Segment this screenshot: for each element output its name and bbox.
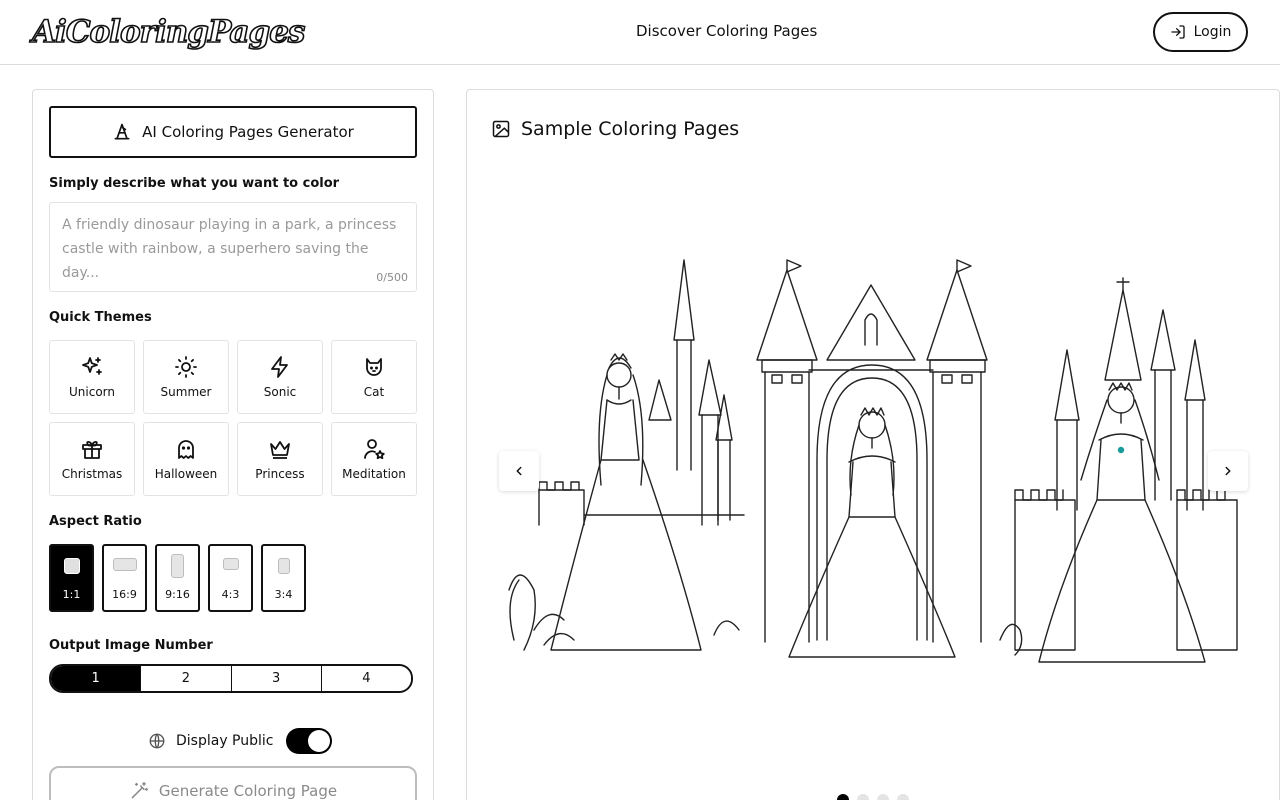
generator-panel: AI Coloring Pages Generator Simply descr… <box>32 89 434 800</box>
generate-label: Generate Coloring Page <box>158 782 338 800</box>
theme-meditation[interactable]: Meditation <box>331 422 417 496</box>
sample-carousel <box>499 250 1243 670</box>
generator-title: AI Coloring Pages Generator <box>142 123 354 141</box>
sun-icon <box>175 356 197 378</box>
magic-wand-icon <box>131 781 148 799</box>
display-public-toggle[interactable] <box>285 728 332 754</box>
cat-icon <box>366 358 382 376</box>
char-counter: 0/500 <box>376 271 408 284</box>
carousel-dot-4[interactable] <box>897 794 909 800</box>
site-logo[interactable]: AiColoringPages <box>31 10 306 54</box>
samples-panel: Sample Coloring Pages <box>466 89 1280 800</box>
theme-label: Sonic <box>263 385 297 399</box>
theme-label: Princess <box>255 467 305 481</box>
theme-cat[interactable]: Cat <box>331 340 417 414</box>
login-label: Login <box>1193 24 1232 40</box>
carousel-dot-2[interactable] <box>857 794 869 800</box>
theme-label: Halloween <box>154 467 218 481</box>
lightning-icon <box>271 356 288 378</box>
ghost-icon <box>178 440 194 459</box>
display-public-label: Display Public <box>176 733 274 749</box>
login-button[interactable]: Login <box>1153 12 1248 52</box>
carousel-prev-button[interactable] <box>499 451 539 491</box>
top-header: AiColoringPages Discover Coloring Pages … <box>0 0 1280 65</box>
theme-label: Christmas <box>61 467 123 481</box>
generator-title-card: AI Coloring Pages Generator <box>49 106 417 158</box>
ratio-shape <box>171 554 184 578</box>
gift-icon <box>82 440 102 459</box>
aspect-ratio-options: 1:1 16:9 9:16 4:3 3:4 <box>49 544 306 612</box>
chevron-left-icon <box>516 466 522 476</box>
samples-header: Sample Coloring Pages <box>491 118 739 140</box>
theme-label: Summer <box>160 385 212 399</box>
nav-discover-coloring-pages[interactable]: Discover Coloring Pages <box>636 22 817 40</box>
theme-halloween[interactable]: Halloween <box>143 422 229 496</box>
aspect-ratio-1-1[interactable]: 1:1 <box>49 544 94 612</box>
theme-label: Meditation <box>342 467 406 481</box>
ratio-label: 16:9 <box>112 588 137 601</box>
ratio-shape <box>277 558 290 574</box>
carousel-next-button[interactable] <box>1208 451 1248 491</box>
display-public-row: Display Public <box>148 728 332 754</box>
theme-sonic[interactable]: Sonic <box>237 340 323 414</box>
person-star-icon <box>364 439 385 460</box>
toggle-knob <box>307 730 330 752</box>
carousel-dot-3[interactable] <box>877 794 889 800</box>
theme-summer[interactable]: Summer <box>143 340 229 414</box>
aspect-ratio-label: Aspect Ratio <box>49 514 142 529</box>
output-option-4[interactable]: 4 <box>321 666 411 691</box>
prompt-input[interactable] <box>50 203 416 291</box>
samples-title: Sample Coloring Pages <box>521 118 740 140</box>
chevron-right-icon <box>1225 466 1231 476</box>
carousel-dot-1[interactable] <box>837 794 849 800</box>
output-number-selector: 1 2 3 4 <box>49 664 413 693</box>
output-option-1[interactable]: 1 <box>51 666 142 691</box>
globe-icon <box>149 733 165 749</box>
wizard-hat-icon <box>114 123 130 140</box>
ratio-shape <box>222 558 239 570</box>
output-option-3[interactable]: 3 <box>231 666 322 691</box>
theme-label: Unicorn <box>69 385 115 399</box>
aspect-ratio-16-9[interactable]: 16:9 <box>102 544 147 612</box>
ratio-label: 1:1 <box>62 588 81 601</box>
ratio-shape <box>112 558 137 571</box>
ratio-label: 3:4 <box>274 588 293 601</box>
sparkles-icon <box>82 357 102 375</box>
generate-coloring-page-button[interactable]: Generate Coloring Page <box>49 766 417 800</box>
ratio-label: 4:3 <box>221 588 240 601</box>
aspect-ratio-4-3[interactable]: 4:3 <box>208 544 253 612</box>
carousel-dots <box>837 794 909 800</box>
theme-christmas[interactable]: Christmas <box>49 422 135 496</box>
aspect-ratio-9-16[interactable]: 9:16 <box>155 544 200 612</box>
aspect-ratio-3-4[interactable]: 3:4 <box>261 544 306 612</box>
sample-image-princess-arch-center[interactable] <box>747 250 995 670</box>
theme-label: Cat <box>363 385 385 399</box>
sample-image-princess-castle-right[interactable] <box>995 250 1243 670</box>
image-icon <box>492 120 510 138</box>
theme-unicorn[interactable]: Unicorn <box>49 340 135 414</box>
theme-princess[interactable]: Princess <box>237 422 323 496</box>
prompt-field[interactable]: 0/500 <box>49 202 417 292</box>
quick-themes-grid: Unicorn Summer Sonic Cat Christmas Hallo… <box>49 340 417 496</box>
quick-themes-label: Quick Themes <box>49 310 152 325</box>
output-option-2[interactable]: 2 <box>141 666 232 691</box>
crown-icon <box>270 441 290 459</box>
describe-label: Simply describe what you want to color <box>49 176 340 191</box>
output-number-label: Output Image Number <box>49 638 213 653</box>
logo-text[interactable]: AiColoringPages <box>31 13 306 51</box>
ratio-label: 9:16 <box>165 588 190 601</box>
ratio-shape <box>63 558 80 574</box>
login-icon <box>1170 25 1185 39</box>
